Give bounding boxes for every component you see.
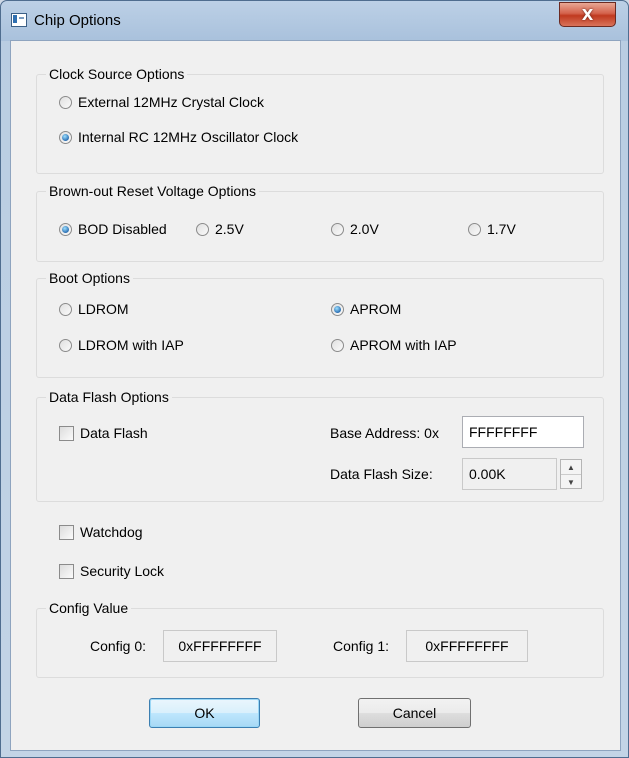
config1-label: Config 1: (333, 638, 390, 654)
checkbox-indicator (59, 563, 74, 579)
checkbox-label: Security Lock (80, 563, 165, 579)
radio-bod-2-0v[interactable]: 2.0V (331, 219, 379, 239)
cancel-button[interactable]: Cancel (358, 698, 471, 728)
radio-indicator (331, 338, 344, 352)
radio-label: LDROM with IAP (78, 337, 184, 353)
radio-aprom-iap[interactable]: APROM with IAP (331, 335, 457, 355)
radio-indicator (331, 222, 344, 236)
data-flash-size-value: 0.00K (462, 458, 557, 490)
brownout-title: Brown-out Reset Voltage Options (46, 182, 260, 200)
radio-internal-rc[interactable]: Internal RC 12MHz Oscillator Clock (59, 127, 298, 147)
size-spinner[interactable]: ▲ ▼ (560, 459, 582, 489)
ok-button[interactable]: OK (149, 698, 260, 728)
config0-value: 0xFFFFFFFF (163, 630, 277, 662)
chip-options-window: Chip Options X Clock Source Options Exte… (0, 0, 629, 758)
app-icon (11, 13, 27, 27)
boot-options-title: Boot Options (46, 269, 133, 287)
data-flash-checkbox[interactable]: Data Flash (59, 423, 148, 443)
watchdog-checkbox[interactable]: Watchdog (59, 522, 143, 542)
radio-bod-disabled[interactable]: BOD Disabled (59, 219, 167, 239)
radio-indicator (59, 95, 72, 109)
base-address-input[interactable]: FFFFFFFF (462, 416, 584, 448)
data-flash-title: Data Flash Options (46, 388, 172, 406)
boot-options-group: Boot Options LDROM APROM LDROM with IAP … (36, 269, 604, 378)
radio-indicator-checked (59, 222, 72, 236)
radio-label: LDROM (78, 301, 129, 317)
radio-indicator (196, 222, 209, 236)
checkbox-indicator (59, 425, 74, 441)
radio-indicator-checked (59, 130, 72, 144)
radio-label: 2.0V (350, 221, 379, 237)
clock-source-group: Clock Source Options External 12MHz Crys… (36, 65, 604, 174)
data-flash-size-label: Data Flash Size: (330, 466, 433, 482)
dialog-client-area: Clock Source Options External 12MHz Crys… (10, 40, 621, 751)
checkbox-label: Watchdog (80, 524, 143, 540)
security-lock-checkbox[interactable]: Security Lock (59, 561, 164, 581)
data-flash-group: Data Flash Options Data Flash Base Addre… (36, 388, 604, 502)
brownout-group: Brown-out Reset Voltage Options BOD Disa… (36, 182, 604, 262)
config-value-title: Config Value (46, 599, 132, 617)
radio-external-crystal[interactable]: External 12MHz Crystal Clock (59, 92, 264, 112)
radio-indicator (59, 302, 72, 316)
radio-label: APROM with IAP (350, 337, 457, 353)
checkbox-indicator (59, 524, 74, 540)
radio-ldrom-iap[interactable]: LDROM with IAP (59, 335, 184, 355)
window-title: Chip Options (34, 12, 121, 29)
radio-bod-1-7v[interactable]: 1.7V (468, 219, 516, 239)
radio-label: Internal RC 12MHz Oscillator Clock (78, 129, 299, 145)
close-button[interactable]: X (559, 2, 616, 27)
radio-label: 2.5V (215, 221, 244, 237)
config1-value: 0xFFFFFFFF (406, 630, 528, 662)
radio-bod-2-5v[interactable]: 2.5V (196, 219, 244, 239)
close-icon: X (581, 5, 594, 24)
checkbox-label: Data Flash (80, 425, 148, 441)
clock-source-title: Clock Source Options (46, 65, 188, 83)
radio-indicator (468, 222, 481, 236)
config0-label: Config 0: (90, 638, 147, 654)
radio-indicator-checked (331, 302, 344, 316)
radio-aprom[interactable]: APROM (331, 299, 401, 319)
radio-label: External 12MHz Crystal Clock (78, 94, 264, 110)
title-bar[interactable]: Chip Options X (1, 1, 628, 37)
base-address-label: Base Address: 0x (330, 425, 439, 441)
radio-ldrom[interactable]: LDROM (59, 299, 129, 319)
config-value-group: Config Value Config 0: 0xFFFFFFFF Config… (36, 599, 604, 678)
spin-down-icon[interactable]: ▼ (561, 475, 581, 489)
radio-label: 1.7V (487, 221, 516, 237)
spin-up-icon[interactable]: ▲ (561, 460, 581, 475)
radio-label: BOD Disabled (78, 221, 167, 237)
radio-label: APROM (350, 301, 402, 317)
radio-indicator (59, 338, 72, 352)
